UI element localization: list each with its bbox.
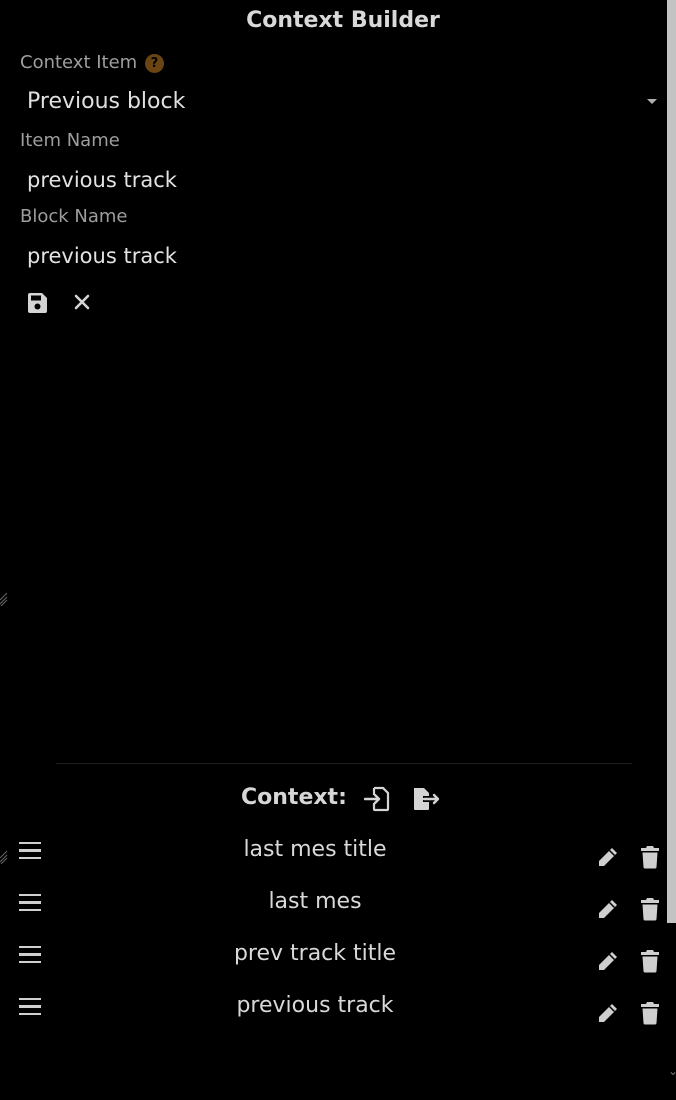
- caret-down-icon: [647, 99, 657, 104]
- context-header: Context:: [241, 785, 347, 810]
- block-name-label: Block Name: [20, 206, 128, 227]
- list-item[interactable]: previous track: [0, 992, 666, 1032]
- help-icon[interactable]: ?: [145, 54, 164, 73]
- list-item-label: last mes title: [243, 837, 387, 862]
- drag-handle-icon[interactable]: [19, 946, 41, 966]
- context-item-select[interactable]: Previous block: [19, 86, 665, 118]
- scrollbar-thumb[interactable]: [667, 0, 676, 923]
- trash-icon[interactable]: [640, 897, 660, 921]
- drag-handle-icon[interactable]: [19, 998, 41, 1018]
- list-item[interactable]: prev track title: [0, 940, 666, 980]
- close-icon[interactable]: [73, 293, 91, 311]
- list-item-label: prev track title: [233, 941, 397, 966]
- list-item-label: last mes: [268, 889, 362, 914]
- pencil-icon[interactable]: [596, 845, 620, 869]
- scroll-down-icon[interactable]: ⌄: [668, 1064, 676, 1078]
- block-name-input[interactable]: [19, 240, 667, 272]
- trash-icon[interactable]: [640, 845, 660, 869]
- drag-handle-icon[interactable]: [19, 894, 41, 914]
- floppy-disk-icon[interactable]: [26, 292, 48, 314]
- list-item[interactable]: last mes title: [0, 836, 666, 876]
- list-item[interactable]: last mes: [0, 888, 666, 928]
- trash-icon[interactable]: [640, 1001, 660, 1025]
- context-item-select-value: Previous block: [27, 89, 186, 114]
- pencil-icon[interactable]: [596, 897, 620, 921]
- panel-title: Context Builder: [246, 8, 440, 33]
- pencil-icon[interactable]: [596, 1001, 620, 1025]
- section-divider: [56, 763, 632, 764]
- item-name-label: Item Name: [20, 130, 120, 151]
- drag-handle-icon[interactable]: [19, 842, 41, 862]
- trash-icon[interactable]: [640, 949, 660, 973]
- resize-grip-icon[interactable]: [0, 592, 8, 606]
- context-item-label: Context Item: [20, 52, 138, 73]
- file-export-icon[interactable]: [412, 786, 440, 812]
- item-name-input[interactable]: [19, 164, 667, 196]
- list-item-label: previous track: [236, 993, 394, 1018]
- pencil-icon[interactable]: [596, 949, 620, 973]
- file-import-icon[interactable]: [364, 786, 390, 812]
